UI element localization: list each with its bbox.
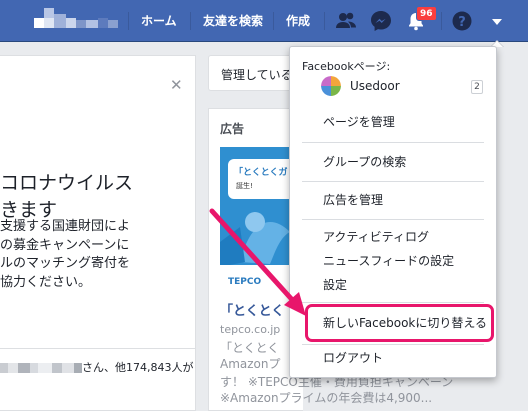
messenger-icon[interactable] <box>367 7 395 35</box>
menu-item-settings[interactable]: 設定 <box>290 273 496 297</box>
nav-home-link[interactable]: ホーム <box>141 11 177 31</box>
menu-item-news-feed-settings[interactable]: ニュースフィードの設定 <box>290 249 496 273</box>
nav-separator <box>128 12 129 30</box>
friends-count-text[interactable]: さん、他174,843人が <box>82 361 194 374</box>
svg-text:?: ? <box>458 15 466 30</box>
ad-domain[interactable]: tepco.co.jp <box>220 322 280 338</box>
menu-divider <box>302 142 484 143</box>
menu-divider <box>302 302 484 303</box>
page-notification-count: 2 <box>471 80 483 94</box>
friends-supporters-line: さん、他174,843人が <box>0 360 196 376</box>
nav-find-friends-link[interactable]: 友達を検索 <box>203 11 263 31</box>
fundraiser-title: コロナウイルス きます <box>0 172 134 221</box>
ad-image-bubble-subtext: 誕生! <box>236 182 253 190</box>
close-icon[interactable]: ✕ <box>170 76 183 94</box>
menu-divider <box>302 219 484 220</box>
usedoor-page-name[interactable]: Usedoor <box>350 79 400 93</box>
menu-item-activity-log[interactable]: アクティビティログ <box>290 225 496 249</box>
notification-count-badge: 96 <box>416 6 437 21</box>
profile-avatar-pixelated[interactable] <box>34 8 130 34</box>
ad-text-line: ※Amazonプライムの年会費は4,900... <box>220 391 433 405</box>
ad-image-bubble-text: 「とくとくガ <box>234 168 288 178</box>
menu-item-find-groups[interactable]: グループの検索 <box>290 150 496 174</box>
nav-create-link[interactable]: 作成 <box>286 11 310 31</box>
menu-divider <box>302 181 484 182</box>
sponsored-heading: 広告 <box>220 122 245 136</box>
account-menu-caret-icon[interactable] <box>483 7 511 35</box>
ad-title[interactable]: 「とくとく <box>220 304 284 320</box>
menu-divider <box>302 344 484 345</box>
friend-requests-icon[interactable] <box>332 7 360 35</box>
menu-item-manage-pages[interactable]: ページを管理 <box>290 110 496 134</box>
top-navigation-bar: ホーム 友達を検索 作成 96 ? <box>0 0 528 42</box>
managed-pages-label: 管理している <box>221 68 293 82</box>
menu-item-manage-ads[interactable]: 広告を管理 <box>290 188 496 212</box>
nav-separator <box>190 12 191 30</box>
fundraiser-description: 支援する国連財団によ の募金キャンペーンに ルのマッチング寄付を 協力ください。 <box>0 219 131 290</box>
ad-text-line: Amazonプ <box>220 357 281 371</box>
nav-separator <box>441 12 442 30</box>
usedoor-page-avatar[interactable] <box>321 76 341 96</box>
tepco-logo: TEPCO <box>228 277 262 287</box>
menu-item-logout[interactable]: ログアウト <box>290 346 496 370</box>
highlight-box <box>305 304 494 342</box>
pixelated-name <box>0 363 8 373</box>
nav-separator <box>273 12 274 30</box>
facebook-pages-section-label: Facebookページ: <box>302 60 391 73</box>
nav-separator <box>324 12 325 30</box>
divider <box>0 348 196 349</box>
help-icon[interactable]: ? <box>448 7 476 35</box>
ad-text-line: 「とくとく <box>220 341 280 355</box>
